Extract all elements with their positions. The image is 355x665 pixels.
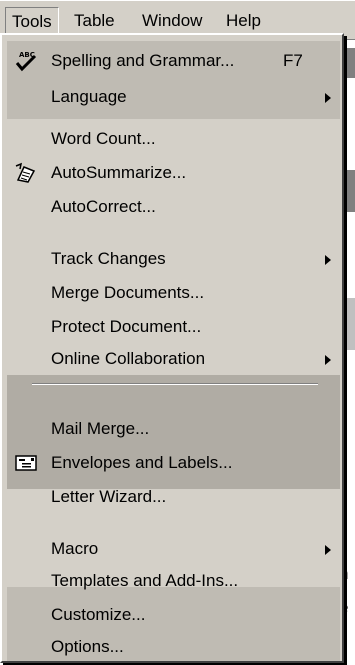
menu-item-templates-addins[interactable]: Templates and Add-Ins... <box>2 563 342 599</box>
menu-item-label: Mail Merge... <box>51 419 150 438</box>
menu-item-label: Language <box>51 87 127 106</box>
menu-item-label: Track Changes <box>51 249 166 268</box>
menu-item-letter-wizard[interactable]: Letter Wizard... <box>2 479 342 515</box>
menu-item-track-changes[interactable]: Track Changes <box>2 241 342 277</box>
menu-table[interactable]: Table <box>68 7 121 34</box>
menu-separator <box>32 383 318 385</box>
menu-item-label: Merge Documents... <box>51 283 205 302</box>
menu-item-label: Macro <box>51 539 99 558</box>
menu-window[interactable]: Window <box>136 7 208 34</box>
menu-item-label: Protect Document... <box>51 317 202 336</box>
menu-item-label: Customize... <box>51 605 146 624</box>
menu-help[interactable]: Help <box>220 7 267 34</box>
menu-tools[interactable]: Tools <box>5 7 59 34</box>
submenu-arrow-icon <box>325 545 331 555</box>
submenu-arrow-icon <box>325 93 331 103</box>
menu-item-label: Letter Wizard... <box>51 487 167 506</box>
ruler-shade <box>343 48 355 78</box>
menu-item-label: Templates and Add-Ins... <box>51 571 239 590</box>
menu-item-label: Options... <box>51 637 124 656</box>
menu-item-label: Spelling and Grammar... <box>51 51 235 70</box>
submenu-arrow-icon <box>325 255 331 265</box>
menu-item-word-count[interactable]: Word Count... <box>2 121 342 157</box>
menu-item-spelling-grammar[interactable]: ABC Spelling and Grammar... F7 <box>2 43 342 79</box>
autosummarize-icon <box>14 162 38 184</box>
menu-item-online-collaboration[interactable]: Online Collaboration <box>2 341 342 377</box>
menu-item-label: Word Count... <box>51 129 156 148</box>
menu-item-label: AutoCorrect... <box>51 197 156 216</box>
menu-item-autosummarize[interactable]: AutoSummarize... <box>2 155 342 191</box>
spelling-check-icon: ABC <box>14 50 38 72</box>
submenu-arrow-icon <box>325 355 331 365</box>
ruler-shade <box>343 298 355 350</box>
menu-item-macro[interactable]: Macro <box>2 531 342 567</box>
envelope-icon <box>14 452 38 474</box>
ruler-shade <box>343 170 355 212</box>
menu-item-envelopes-labels[interactable]: Envelopes and Labels... <box>2 445 342 481</box>
menu-item-protect-document[interactable]: Protect Document... <box>2 309 342 345</box>
menu-item-language[interactable]: Language <box>2 79 342 115</box>
menu-item-mail-merge[interactable]: Mail Merge... <box>2 411 342 447</box>
menu-item-label: Online Collaboration <box>51 349 206 368</box>
menu-item-autocorrect[interactable]: AutoCorrect... <box>2 189 342 225</box>
tools-dropdown-menu: ABC Spelling and Grammar... F7 Language … <box>0 33 344 663</box>
menu-item-label: Envelopes and Labels... <box>51 453 233 472</box>
menu-item-merge-documents[interactable]: Merge Documents... <box>2 275 342 311</box>
menu-item-options[interactable]: Options... <box>2 629 342 665</box>
shortcut-label: F7 <box>283 51 303 70</box>
menu-item-label: AutoSummarize... <box>51 163 187 182</box>
menu-item-customize[interactable]: Customize... <box>2 597 342 633</box>
